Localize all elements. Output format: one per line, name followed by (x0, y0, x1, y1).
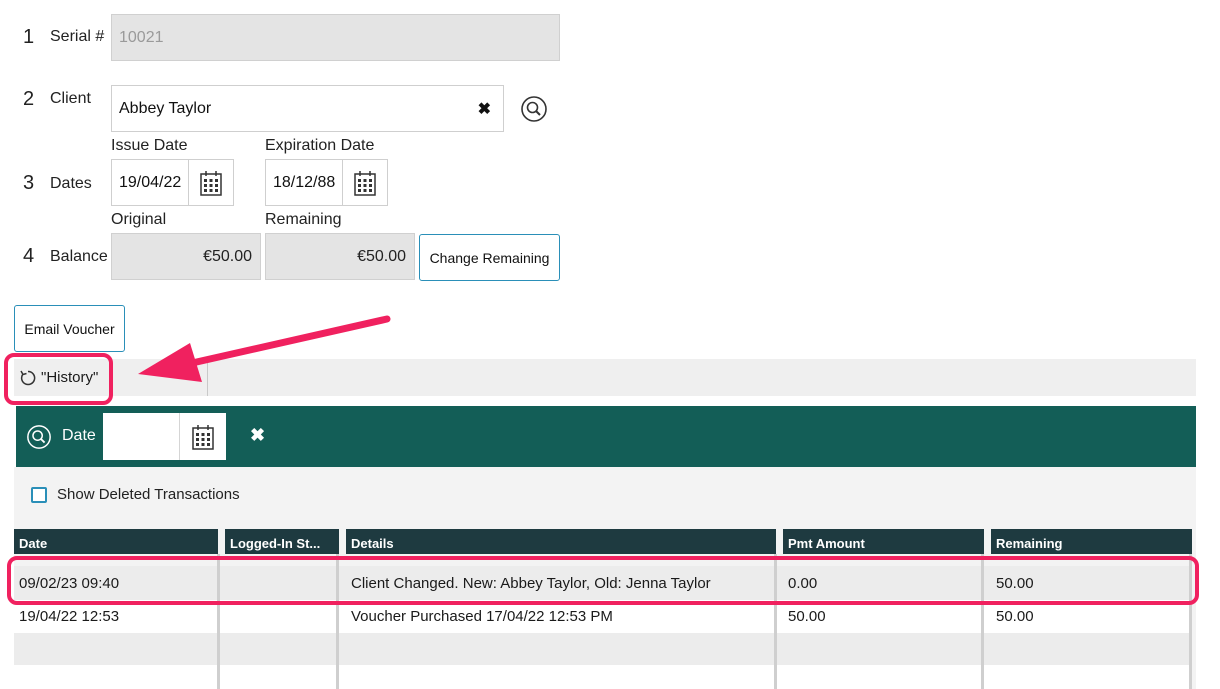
step-number-4: 4 (23, 245, 35, 267)
filter-date-calendar-icon[interactable] (179, 413, 226, 460)
table-row-empty (14, 633, 1192, 665)
remaining-balance-value: €50.00 (357, 247, 406, 265)
original-balance-value: €50.00 (203, 247, 252, 265)
serial-label: Serial # (50, 28, 105, 45)
table-row-empty (14, 665, 1192, 689)
change-remaining-button[interactable]: Change Remaining (419, 234, 560, 281)
issue-date-label: Issue Date (111, 137, 188, 154)
remaining-label: Remaining (265, 211, 342, 228)
expiration-date-label: Expiration Date (265, 137, 375, 154)
issue-date-value: 19/04/22 (119, 173, 182, 191)
step-number-2: 2 (23, 88, 35, 110)
history-tab-highlight (4, 353, 113, 405)
client-field[interactable]: Abbey Taylor ✖ (111, 85, 504, 132)
clear-filter-icon[interactable]: ✖ (250, 425, 265, 446)
show-deleted-checkbox[interactable] (31, 487, 47, 503)
filter-date-field[interactable] (103, 413, 226, 460)
issue-date-calendar-icon[interactable] (188, 160, 233, 205)
original-label: Original (111, 211, 167, 228)
step-number-3: 3 (23, 172, 35, 194)
serial-field: 10021 (111, 14, 560, 61)
row-highlight (7, 556, 1199, 605)
balance-label: Balance (50, 248, 108, 265)
serial-value: 10021 (119, 28, 164, 46)
column-header-logged-in-staff[interactable]: Logged-In St... (225, 529, 339, 554)
client-label: Client (50, 90, 91, 107)
expiration-date-value: 18/12/88 (273, 173, 336, 191)
column-header-pmt-amount[interactable]: Pmt Amount (783, 529, 984, 554)
original-balance-field: €50.00 (111, 233, 261, 280)
column-header-details[interactable]: Details (346, 529, 776, 554)
annotation-arrow-icon (138, 315, 391, 382)
filter-date-label: Date (62, 427, 96, 444)
client-search-icon[interactable] (520, 95, 548, 123)
expiration-date-calendar-icon[interactable] (342, 160, 387, 205)
issue-date-field[interactable]: 19/04/22 (111, 159, 234, 206)
dates-label: Dates (50, 175, 92, 192)
clear-client-icon[interactable]: ✖ (478, 99, 491, 119)
remaining-balance-field: €50.00 (265, 233, 415, 280)
column-header-remaining[interactable]: Remaining (991, 529, 1192, 554)
email-voucher-button[interactable]: Email Voucher (14, 305, 125, 352)
expiration-date-field[interactable]: 18/12/88 (265, 159, 388, 206)
filter-date-value (103, 413, 179, 460)
client-value: Abbey Taylor (119, 99, 212, 117)
column-header-date[interactable]: Date (14, 529, 218, 554)
filter-search-icon[interactable] (26, 424, 52, 450)
show-deleted-label: Show Deleted Transactions (57, 486, 240, 503)
filter-bar: Date ✖ (16, 406, 1196, 467)
step-number-1: 1 (23, 26, 35, 48)
